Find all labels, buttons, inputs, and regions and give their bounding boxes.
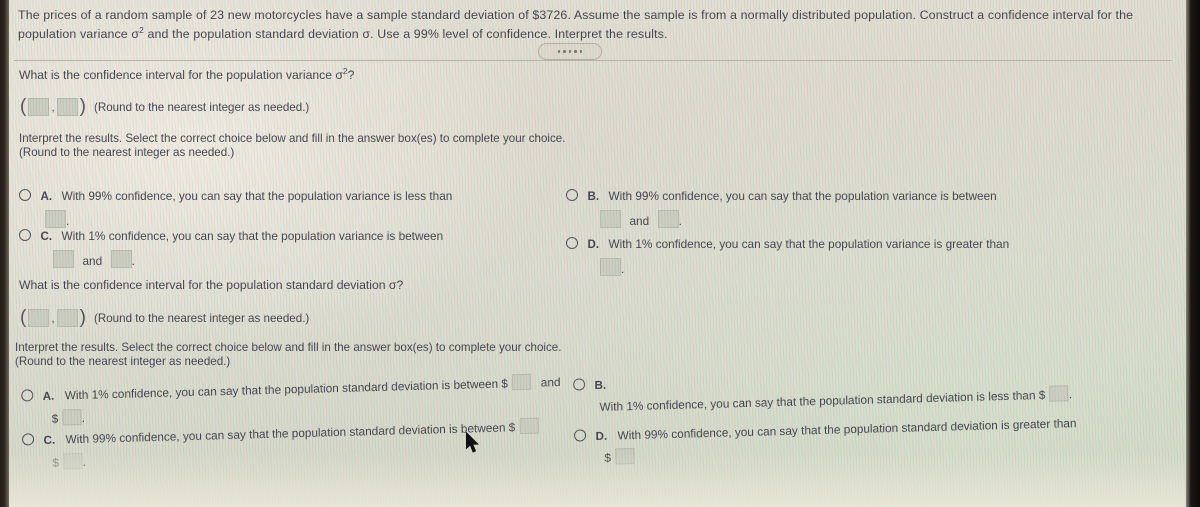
photographed-screen: The prices of a random sample of 23 new … <box>0 0 1200 507</box>
radio-icon[interactable] <box>21 433 35 446</box>
section2-choice-a-letter: A. <box>42 389 55 403</box>
section2-choice-b-input[interactable] <box>1049 385 1069 402</box>
section2-choice-a-upper-input[interactable] <box>62 408 82 426</box>
section2-choice-c-letter: C. <box>43 433 56 447</box>
radio-icon[interactable] <box>21 389 34 402</box>
section2-choice-a-dollar: $ <box>51 411 59 426</box>
lower-content-layer: A. With 1% confidence, you can say that … <box>0 0 1200 507</box>
section2-choice-d-letter: D. <box>595 429 608 444</box>
section2-choice-b-body: With 1% confidence, you can say that the… <box>599 385 1072 416</box>
section2-choice-c-tail: . <box>82 454 86 469</box>
section2-choice-d-dollar: $ <box>604 450 612 465</box>
section2-choice-b-letter: B. <box>594 378 607 393</box>
screen-bezel-right <box>1186 0 1200 507</box>
section2-choice-b-text: With 1% confidence, you can say that the… <box>599 387 1046 414</box>
radio-icon[interactable] <box>573 429 587 442</box>
section2-choice-a-lower-input[interactable] <box>512 373 532 391</box>
mouse-cursor-icon <box>466 432 480 453</box>
section2-choice-b[interactable]: B. With 1% confidence, you can say that … <box>573 363 1072 416</box>
section2-choice-d[interactable]: D. With 99% confidence, you can say that… <box>573 414 1077 468</box>
section2-choice-c-dollar: $ <box>52 455 60 470</box>
section2-choice-b-tail: . <box>1068 387 1073 402</box>
section2-choice-c-lower-input[interactable] <box>519 417 539 435</box>
section2-choice-a-conjunction: and <box>540 374 561 390</box>
section2-choice-c-upper-input[interactable] <box>63 452 83 470</box>
section2-choice-d-input[interactable] <box>615 448 635 465</box>
screen-bezel-left <box>0 0 9 507</box>
radio-icon[interactable] <box>573 378 586 391</box>
section2-choice-a-tail: . <box>81 410 86 425</box>
